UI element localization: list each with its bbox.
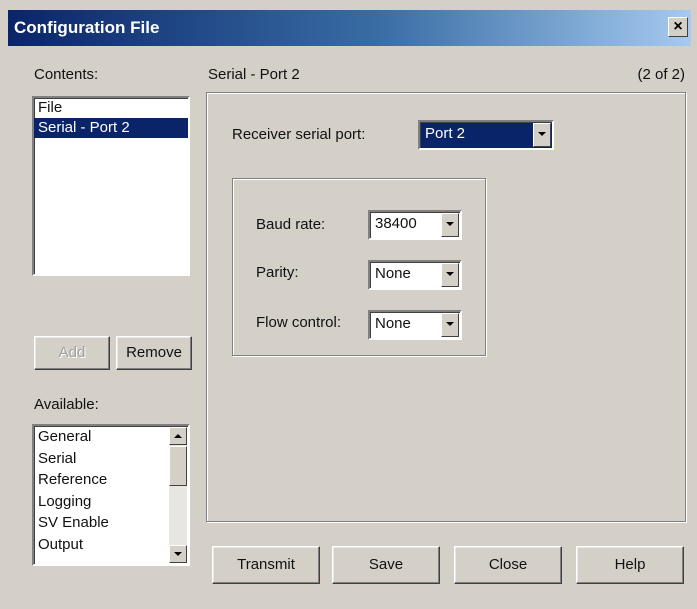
parity-value: None [375, 265, 411, 282]
scrollbar[interactable] [169, 427, 187, 563]
available-label: Available: [34, 396, 99, 413]
remove-button[interactable]: Remove [116, 336, 192, 370]
available-item[interactable]: Serial [34, 448, 166, 470]
baud-rate-value: 38400 [375, 215, 417, 232]
flow-control-value: None [375, 315, 411, 332]
page-indicator: (2 of 2) [637, 66, 685, 83]
help-button[interactable]: Help [576, 546, 684, 584]
chevron-down-icon[interactable] [441, 263, 459, 287]
contents-item-serial-port-2[interactable]: Serial - Port 2 [34, 118, 188, 138]
receiver-port-select[interactable]: Port 2 [418, 120, 554, 150]
close-button[interactable]: Close [454, 546, 562, 584]
window-title: Configuration File [14, 18, 160, 37]
parity-label: Parity: [256, 264, 299, 281]
scrollbar-thumb[interactable] [169, 446, 187, 486]
close-icon[interactable]: × [668, 17, 688, 37]
flow-control-label: Flow control: [256, 314, 342, 331]
baud-rate-label: Baud rate: [256, 216, 326, 233]
transmit-button[interactable]: Transmit [212, 546, 320, 584]
title-bar[interactable]: Configuration File × [8, 10, 691, 46]
available-item[interactable]: Logging [34, 491, 166, 513]
available-item[interactable]: General [34, 426, 166, 448]
section-title: Serial - Port 2 [208, 66, 300, 83]
configuration-dialog: Configuration File × Contents: File Seri… [0, 0, 697, 609]
available-item[interactable]: SV Enable [34, 512, 166, 534]
chevron-down-icon[interactable] [441, 313, 459, 337]
arrow-up-icon[interactable] [169, 427, 187, 445]
receiver-port-label: Receiver serial port: [232, 126, 366, 143]
available-list[interactable]: General Serial Reference Logging SV Enab… [32, 424, 190, 566]
chevron-down-icon[interactable] [533, 123, 551, 147]
contents-label: Contents: [34, 66, 99, 83]
contents-list[interactable]: File Serial - Port 2 [32, 96, 190, 276]
contents-item-file[interactable]: File [34, 98, 188, 118]
arrow-down-icon[interactable] [169, 545, 187, 563]
chevron-down-icon[interactable] [441, 213, 459, 237]
available-item[interactable]: Output [34, 534, 166, 556]
add-button[interactable]: Add [34, 336, 110, 370]
available-item[interactable]: Reference [34, 469, 166, 491]
baud-rate-select[interactable]: 38400 [368, 210, 462, 240]
save-button[interactable]: Save [332, 546, 440, 584]
flow-control-select[interactable]: None [368, 310, 462, 340]
receiver-port-value: Port 2 [425, 125, 466, 142]
parity-select[interactable]: None [368, 260, 462, 290]
